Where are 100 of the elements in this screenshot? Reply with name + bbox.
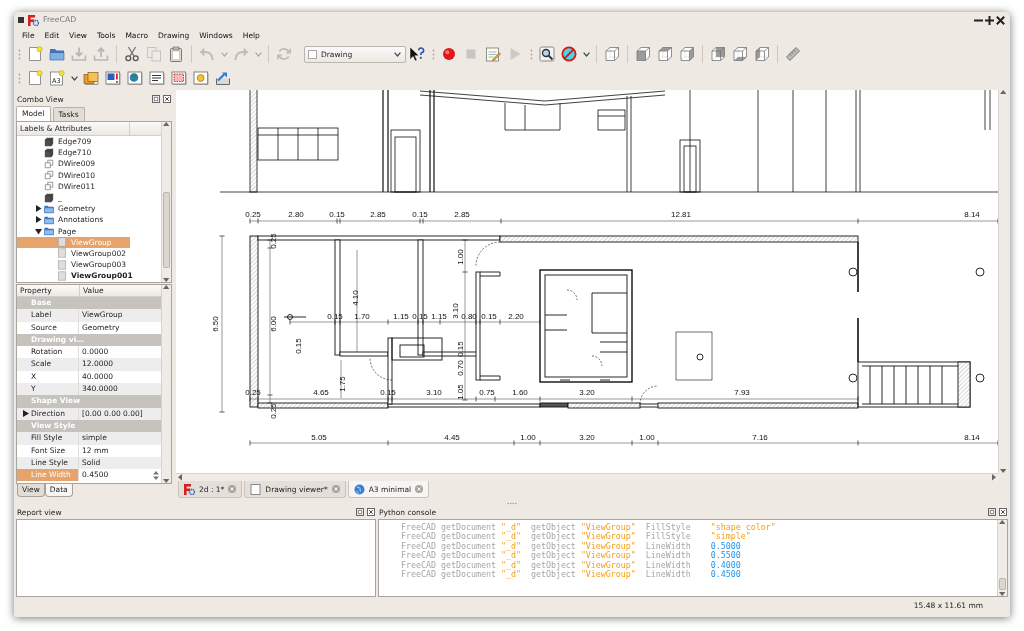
- vertical-scrollbar[interactable]: [161, 285, 171, 483]
- caret-icon[interactable]: [70, 75, 78, 81]
- scissors-icon[interactable]: [124, 46, 140, 62]
- solid-icon: [44, 192, 54, 203]
- close-icon[interactable]: [996, 15, 1005, 25]
- prohibited-icon[interactable]: [561, 46, 577, 62]
- globe-icon: [353, 483, 365, 495]
- tree-expander-icon[interactable]: [23, 410, 29, 418]
- solid-icon: [44, 147, 54, 158]
- dimension-label: 6.50: [211, 316, 220, 332]
- globe-page-icon[interactable]: [127, 70, 143, 86]
- float-icon[interactable]: [988, 508, 996, 516]
- dimension-label: 0.25: [269, 233, 278, 249]
- vertical-scrollbar[interactable]: [998, 90, 1008, 473]
- dimension-label: 0.75: [479, 388, 495, 397]
- stacked-sheets-icon[interactable]: [83, 70, 99, 86]
- cube-icon[interactable]: [635, 46, 651, 62]
- dimension-label: 1.00: [639, 433, 655, 442]
- arrow-up-icon[interactable]: [1000, 90, 1007, 94]
- dimension-label: 5.05: [311, 433, 327, 442]
- tree-expander-icon[interactable]: [35, 216, 42, 224]
- console-line: FreeCAD getDocument "_d" getObject "ViewGroup" LineWidth 0.4500: [401, 570, 742, 580]
- text-page-icon[interactable]: [149, 70, 165, 86]
- tree-expander-icon[interactable]: [35, 227, 42, 235]
- alert-page-icon[interactable]: [105, 70, 121, 86]
- notepad-icon[interactable]: [485, 46, 501, 62]
- dimension-label: 1.70: [354, 312, 370, 321]
- cube-icon[interactable]: [754, 46, 770, 62]
- cube-icon[interactable]: [710, 46, 726, 62]
- dimension-label: 6.00: [269, 316, 278, 332]
- export-icon[interactable]: [215, 70, 231, 86]
- view-icon: [57, 259, 67, 270]
- page-icon: [250, 483, 262, 495]
- page-icon: [308, 49, 317, 59]
- cube-icon[interactable]: [732, 46, 748, 62]
- tree-expander-icon[interactable]: [35, 205, 42, 213]
- dimension-label: 7.16: [752, 433, 768, 442]
- solid-icon: [44, 136, 54, 147]
- dimension-label: 8.14: [964, 210, 980, 219]
- splitter-handle[interactable]: [507, 501, 517, 505]
- dimension-label: 3.20: [579, 433, 595, 442]
- close-icon[interactable]: [999, 508, 1007, 516]
- console-line: FreeCAD getDocument "_d" getObject "ViewGroup" LineWidth 0.5000: [401, 541, 741, 552]
- folder-icon: [44, 226, 54, 237]
- caret-icon[interactable]: [582, 51, 590, 57]
- dimension-label: 1.00: [520, 433, 536, 442]
- dimension-label: 3.10: [451, 303, 460, 319]
- console-line: FreeCAD getDocument "_d" getObject "ViewGroup" FillStyle "shape color": [401, 523, 777, 533]
- dimension-label: 7.93: [734, 388, 750, 397]
- scrollbar-thumb[interactable]: [999, 578, 1006, 590]
- dimension-label: 0.15: [481, 312, 497, 321]
- close-icon[interactable]: [367, 508, 375, 516]
- view-icon: [57, 248, 67, 259]
- help-cursor-icon[interactable]: [409, 46, 425, 62]
- vertical-scrollbar[interactable]: [161, 122, 171, 282]
- cube-icon[interactable]: [657, 46, 673, 62]
- maximize-icon[interactable]: [985, 15, 994, 25]
- magnifier-icon[interactable]: [539, 46, 555, 62]
- folder-icon[interactable]: [49, 46, 65, 62]
- arrow-up-icon[interactable]: [163, 285, 170, 289]
- dimension-label: 1.00: [456, 249, 465, 265]
- arrow-right-icon[interactable]: [992, 474, 996, 481]
- view-icon: [57, 270, 67, 281]
- dimension-label: 0.25: [245, 210, 261, 219]
- cube-icon[interactable]: [679, 46, 695, 62]
- arrow-left-icon[interactable]: [178, 474, 182, 481]
- caret-icon[interactable]: [394, 51, 401, 57]
- arrow-up-icon[interactable]: [163, 122, 170, 126]
- circle-page-icon[interactable]: [193, 70, 209, 86]
- dimension-label: 1.05: [456, 384, 465, 400]
- clipboard-icon[interactable]: [168, 46, 184, 62]
- spin-arrows-icon[interactable]: [153, 470, 159, 480]
- arrow-down-icon[interactable]: [163, 278, 170, 282]
- close-icon[interactable]: [163, 95, 171, 103]
- dashed-frame-icon[interactable]: [171, 70, 187, 86]
- float-icon[interactable]: [152, 95, 160, 103]
- cube-icon[interactable]: [604, 46, 620, 62]
- dimension-label: 0.15: [294, 338, 303, 354]
- arrow-down-icon[interactable]: [163, 479, 170, 483]
- ruler-icon[interactable]: [785, 46, 801, 62]
- record-icon[interactable]: [441, 46, 457, 62]
- dimension-label: 0.25: [245, 388, 261, 397]
- new-page-icon[interactable]: [27, 70, 43, 86]
- horizontal-scrollbar[interactable]: [176, 473, 998, 481]
- dimension-label: 3.10: [426, 388, 442, 397]
- arrow-down-icon[interactable]: [999, 592, 1006, 596]
- wire-icon: [44, 158, 54, 169]
- dimension-label: 0.15: [456, 341, 465, 357]
- view-icon: [57, 237, 67, 248]
- dimension-label: 0.15: [329, 210, 345, 219]
- folder-icon: [44, 214, 54, 225]
- arrow-up-icon[interactable]: [999, 520, 1006, 524]
- arrow-down-icon[interactable]: [1000, 469, 1007, 473]
- dimension-label: 12.81: [671, 210, 691, 219]
- float-icon[interactable]: [356, 508, 364, 516]
- scrollbar-thumb[interactable]: [163, 192, 170, 268]
- vertical-scrollbar[interactable]: [997, 520, 1007, 596]
- dimension-label: 0.15: [412, 210, 428, 219]
- new-document-icon[interactable]: [27, 46, 43, 62]
- dimension-label: 0.25: [269, 403, 278, 419]
